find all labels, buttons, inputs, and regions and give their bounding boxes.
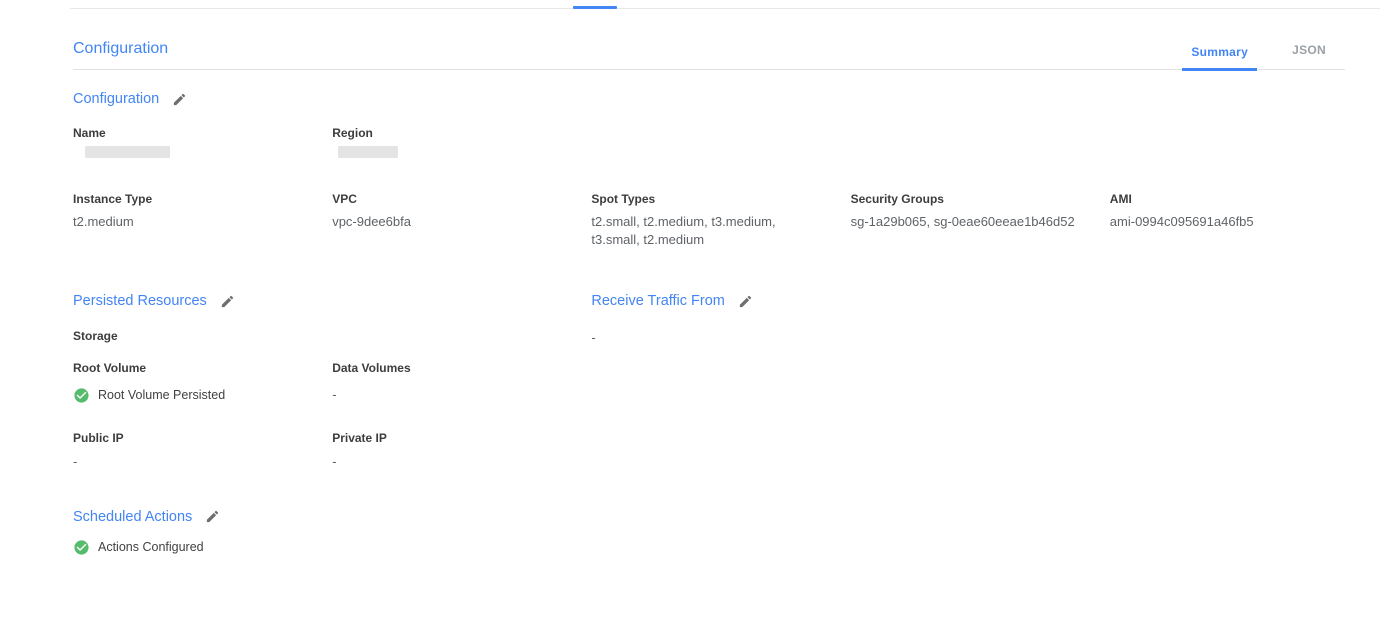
page-title: Configuration xyxy=(73,40,168,69)
field-name-label: Name xyxy=(73,126,308,140)
tab-summary[interactable]: Summary xyxy=(1182,45,1257,71)
persisted-resources-title: Persisted Resources xyxy=(73,293,207,309)
field-instance-type: Instance Type t2.medium xyxy=(73,192,308,249)
volumes-grid: Root Volume Data Volumes xyxy=(73,361,567,375)
volumes-status-grid: Root Volume Persisted - xyxy=(73,386,567,404)
edit-receive-traffic-icon[interactable] xyxy=(738,294,753,309)
data-volumes-label: Data Volumes xyxy=(332,361,567,375)
persisted-resources-section: Persisted Resources Storage Root Volume … xyxy=(73,292,567,470)
field-region-label: Region xyxy=(332,126,567,140)
field-vpc-value: vpc-9dee6bfa xyxy=(332,213,567,231)
public-ip-value: - xyxy=(73,453,308,471)
ip-values-grid: - - xyxy=(73,453,567,471)
scheduled-actions-heading: Scheduled Actions xyxy=(73,509,220,525)
field-region-redacted-value xyxy=(338,146,398,158)
field-security-groups-value: sg-1a29b065, sg-0eae60eeae1b46d52 xyxy=(851,213,1086,231)
field-ami-value: ami-0994c095691a46fb5 xyxy=(1110,213,1345,231)
field-vpc: VPC vpc-9dee6bfa xyxy=(332,192,567,249)
page-header: Configuration Summary JSON xyxy=(73,0,1345,70)
field-name: Name xyxy=(73,126,308,158)
field-security-groups: Security Groups sg-1a29b065, sg-0eae60ee… xyxy=(851,192,1086,249)
view-tabs: Summary JSON xyxy=(1156,43,1345,69)
receive-traffic-section: Receive Traffic From - xyxy=(591,292,1345,470)
data-volumes-value: - xyxy=(332,386,567,404)
ip-labels-grid: Public IP Private IP xyxy=(73,431,567,445)
persisted-resources-heading: Persisted Resources xyxy=(73,293,235,309)
receive-traffic-title: Receive Traffic From xyxy=(591,293,725,309)
public-ip-label: Public IP xyxy=(73,431,308,445)
scheduled-actions-section: Scheduled Actions Actions Configured xyxy=(73,508,1345,556)
private-ip-label: Private IP xyxy=(332,431,567,445)
check-circle-icon xyxy=(73,387,90,404)
field-name-redacted-value xyxy=(85,146,170,158)
scheduled-actions-title: Scheduled Actions xyxy=(73,509,192,525)
middle-sections: Persisted Resources Storage Root Volume … xyxy=(73,292,1345,470)
check-circle-icon xyxy=(73,539,90,556)
root-volume-status-text: Root Volume Persisted xyxy=(98,388,225,402)
configuration-fields-row1: Name Region xyxy=(73,126,1345,158)
field-instance-type-label: Instance Type xyxy=(73,192,308,206)
receive-traffic-value: - xyxy=(591,330,1345,345)
edit-scheduled-actions-icon[interactable] xyxy=(205,509,220,524)
root-volume-label: Root Volume xyxy=(73,361,308,375)
field-spot-types: Spot Types t2.small, t2.medium, t3.mediu… xyxy=(591,192,826,249)
field-region: Region xyxy=(332,126,567,158)
private-ip-value: - xyxy=(332,453,567,471)
scheduled-actions-status-text: Actions Configured xyxy=(98,540,204,554)
field-vpc-label: VPC xyxy=(332,192,567,206)
scheduled-actions-status: Actions Configured xyxy=(73,539,1345,556)
root-volume-status: Root Volume Persisted xyxy=(73,386,308,404)
field-instance-type-value: t2.medium xyxy=(73,213,308,231)
storage-label: Storage xyxy=(73,329,567,343)
field-ami-label: AMI xyxy=(1110,192,1345,206)
field-ami: AMI ami-0994c095691a46fb5 xyxy=(1110,192,1345,249)
configuration-page: Configuration Summary JSON Configuration… xyxy=(73,0,1345,556)
configuration-section-heading: Configuration xyxy=(73,91,187,107)
field-spot-types-label: Spot Types xyxy=(591,192,826,206)
tab-json[interactable]: JSON xyxy=(1283,43,1335,69)
edit-persisted-resources-icon[interactable] xyxy=(220,294,235,309)
edit-configuration-icon[interactable] xyxy=(172,92,187,107)
configuration-section-title: Configuration xyxy=(73,91,159,107)
configuration-fields-row2: Instance Type t2.medium VPC vpc-9dee6bfa… xyxy=(73,192,1345,249)
field-security-groups-label: Security Groups xyxy=(851,192,1086,206)
field-spot-types-value: t2.small, t2.medium, t3.medium, t3.small… xyxy=(591,213,826,249)
receive-traffic-heading: Receive Traffic From xyxy=(591,293,753,309)
